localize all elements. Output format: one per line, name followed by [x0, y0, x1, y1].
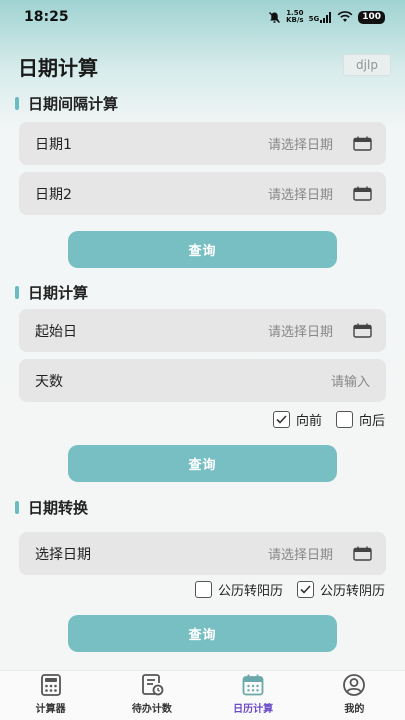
status-time: 18:25: [24, 9, 69, 25]
status-bar: 18:25 1.50 KB/s 5G 100: [0, 0, 405, 34]
section-marker: [15, 286, 19, 299]
section-convert-title: 日期转换: [15, 497, 88, 518]
convert-date-field[interactable]: 选择日期 请选择日期: [19, 532, 386, 575]
calendar-icon[interactable]: [353, 323, 372, 338]
tab-label: 日历计算: [233, 704, 274, 715]
to-lunar-checkbox[interactable]: 公历转阴历: [296, 580, 385, 599]
days-label: 天数: [35, 373, 63, 390]
section-calc-title: 日期计算: [15, 282, 88, 303]
tab-label: 待办计数: [131, 704, 172, 715]
checkbox-unchecked-icon[interactable]: [335, 411, 353, 428]
section-interval-label: 日期间隔计算: [28, 95, 119, 113]
date2-label: 日期2: [35, 186, 72, 203]
date1-placeholder: 请选择日期: [267, 138, 333, 153]
start-date-placeholder: 请选择日期: [267, 325, 333, 340]
tab-calendar-calc[interactable]: 日历计算: [213, 673, 293, 715]
tab-todo[interactable]: 待办计数: [112, 673, 192, 715]
bottom-tab-bar: 计算器 待办计数 日历计算 我的: [0, 670, 405, 720]
date2-placeholder: 请选择日期: [267, 188, 333, 203]
status-icons: 1.50 KB/s 5G 100: [268, 10, 385, 24]
date1-label: 日期1: [35, 136, 72, 153]
calendar-icon: [242, 674, 264, 696]
section-convert-label: 日期转换: [28, 499, 89, 517]
net-speed: 1.50 KB/s: [286, 9, 304, 24]
section-marker: [15, 501, 19, 514]
backward-checkbox[interactable]: 向后: [335, 410, 385, 429]
app-tag[interactable]: djlp: [343, 54, 391, 76]
days-placeholder: 请输入: [330, 375, 370, 390]
calendar-icon[interactable]: [353, 546, 372, 561]
forward-label: 向前: [295, 414, 322, 429]
section-calc-label: 日期计算: [28, 284, 89, 302]
section-interval-title: 日期间隔计算: [15, 93, 118, 114]
signal-icon: [320, 11, 332, 23]
convert-date-placeholder: 请选择日期: [267, 548, 333, 563]
calculator-icon: [40, 674, 61, 696]
todo-icon: [141, 674, 164, 696]
mute-bell-icon: [269, 11, 281, 23]
page-title: 日期计算: [18, 56, 98, 80]
calc-query-button[interactable]: 查询: [68, 445, 337, 482]
calendar-icon[interactable]: [353, 136, 372, 151]
start-date-field[interactable]: 起始日 请选择日期: [19, 309, 386, 352]
network-type: 5G: [308, 14, 320, 23]
tab-mine[interactable]: 我的: [314, 673, 394, 715]
start-date-label: 起始日: [35, 323, 77, 340]
convert-date-label: 选择日期: [35, 546, 91, 563]
battery-indicator: 100: [358, 10, 385, 24]
convert-query-button[interactable]: 查询: [68, 615, 337, 652]
tab-label: 我的: [344, 704, 365, 715]
calendar-icon[interactable]: [353, 186, 372, 201]
date1-field[interactable]: 日期1 请选择日期: [19, 122, 386, 165]
section-marker: [15, 97, 19, 110]
to-lunar-label: 公历转阴历: [319, 584, 385, 599]
checkbox-checked-icon[interactable]: [272, 411, 290, 428]
user-icon: [343, 674, 366, 696]
to-solar-checkbox[interactable]: 公历转阳历: [194, 580, 283, 599]
days-input-field[interactable]: 天数 请输入: [19, 359, 386, 402]
backward-label: 向后: [358, 414, 385, 429]
wifi-icon: [337, 11, 353, 22]
checkbox-unchecked-icon[interactable]: [194, 581, 212, 598]
to-solar-label: 公历转阳历: [217, 584, 283, 599]
interval-query-button[interactable]: 查询: [68, 231, 337, 268]
tab-calculator[interactable]: 计算器: [11, 673, 91, 715]
direction-options: 向前 向后: [272, 410, 385, 429]
convert-options: 公历转阳历 公历转阴历: [194, 580, 385, 599]
tab-label: 计算器: [35, 704, 66, 715]
cell-signal: 5G: [308, 11, 333, 23]
date2-field[interactable]: 日期2 请选择日期: [19, 172, 386, 215]
forward-checkbox[interactable]: 向前: [272, 410, 322, 429]
checkbox-checked-icon[interactable]: [296, 581, 314, 598]
